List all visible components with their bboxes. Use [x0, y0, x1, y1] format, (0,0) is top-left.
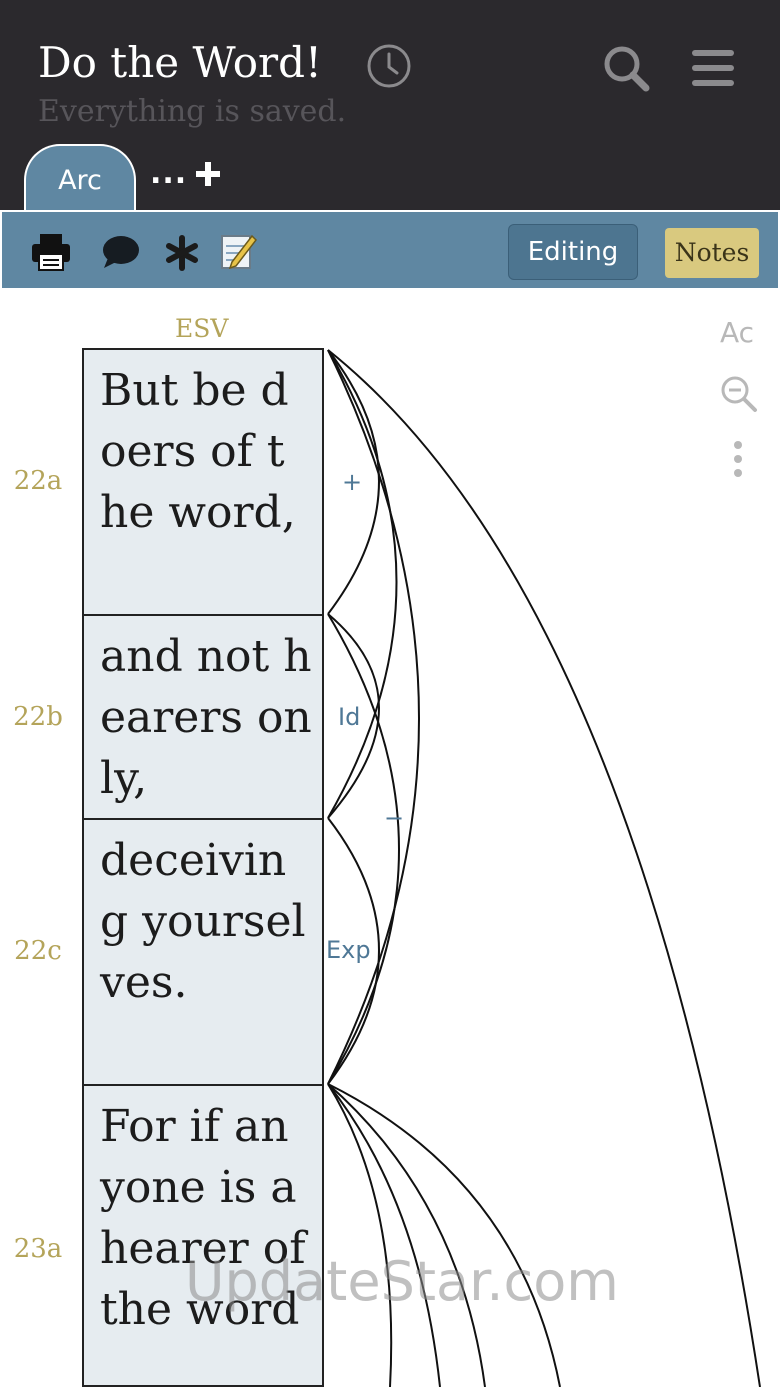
proposition-box[interactable]: For if anyone is a hearer of the word [82, 1084, 324, 1387]
proposition-box[interactable]: But be doers of the word, [82, 348, 324, 616]
arc-23a-2 [327, 1083, 441, 1387]
relation-label[interactable]: Id [338, 703, 360, 731]
verse-label: 22a [13, 466, 63, 496]
proposition-text: and not hearers only, [100, 631, 312, 804]
proposition-text: But be doers of the word, [100, 365, 296, 538]
arc-22b-22c-outer [327, 613, 400, 1085]
proposition-text: deceiving yourselves. [100, 835, 306, 1008]
verse-label: 22c [14, 936, 62, 966]
verse-label: 22b [13, 702, 63, 732]
relation-label[interactable]: + [342, 468, 362, 496]
relation-label[interactable]: − [384, 804, 404, 832]
arc-23a-4 [327, 1083, 561, 1387]
proposition-box[interactable]: deceiving yourselves. [82, 818, 324, 1086]
arc-major [327, 349, 761, 1387]
watermark: UpdateStar.com [185, 1250, 619, 1313]
proposition-box[interactable]: and not hearers only, [82, 614, 324, 820]
verse-label: 23a [13, 1234, 63, 1264]
relation-label[interactable]: Exp [326, 936, 371, 964]
